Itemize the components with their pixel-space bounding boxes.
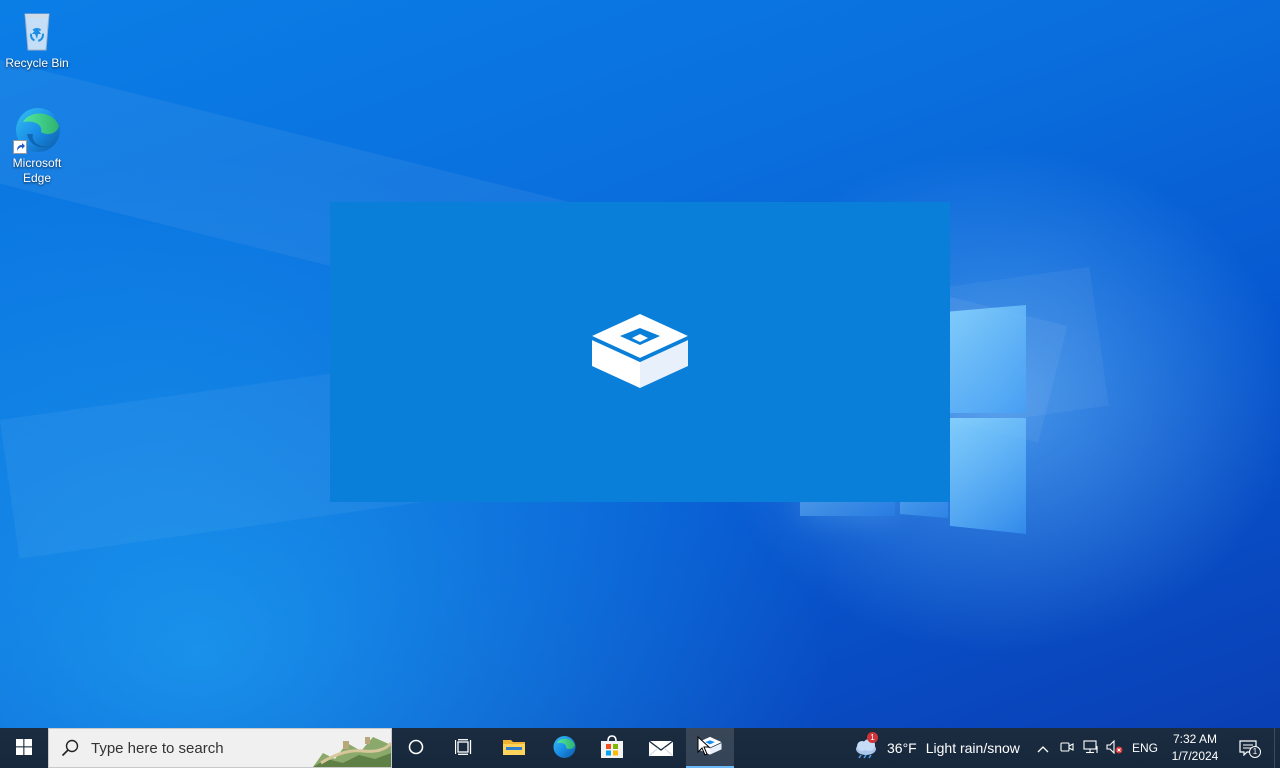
edge-taskbar-button[interactable]: [540, 728, 588, 768]
edge-icon: [552, 735, 576, 762]
weather-condition: Light rain/snow: [925, 740, 1020, 756]
desktop-icon-label-line: Microsoft: [12, 156, 62, 170]
task-view-icon: [454, 738, 473, 758]
start-button[interactable]: [0, 728, 48, 768]
volume-button[interactable]: [1103, 728, 1127, 768]
weather-temperature: 36°F: [887, 740, 917, 756]
clock-time: 7:32 AM: [1172, 732, 1218, 746]
show-desktop-button[interactable]: [1274, 728, 1280, 768]
search-placeholder: Type here to search: [91, 739, 224, 757]
clock[interactable]: 7:32 AM 1/7/2024: [1166, 731, 1224, 765]
microsoft-store-button[interactable]: [588, 728, 636, 768]
circle-icon: [408, 739, 424, 758]
desktop-icon-recycle-bin[interactable]: Recycle Bin: [1, 6, 73, 71]
windows-logo-pane: [800, 500, 895, 516]
chevron-up-icon: [1037, 740, 1049, 756]
clock-date: 1/7/2024: [1171, 749, 1219, 763]
action-center-button[interactable]: 1: [1232, 728, 1264, 768]
volume-muted-icon: [1106, 739, 1124, 757]
search-icon: [61, 739, 79, 757]
windows-logo-icon: [16, 738, 32, 758]
notification-icon: 1: [1239, 740, 1261, 758]
weather-widget[interactable]: 1 36°F Light rain/snow: [853, 728, 1020, 768]
mail-button[interactable]: [637, 728, 685, 768]
windows-logo-pane: [950, 418, 1026, 534]
input-language-indicator[interactable]: ENG: [1131, 728, 1159, 768]
desktop-icon-microsoft-edge[interactable]: Microsoft Edge: [1, 106, 73, 186]
camera-icon: [1060, 740, 1074, 757]
folder-icon: [502, 737, 526, 760]
mail-icon: [648, 737, 674, 760]
recycle-bin-icon: [13, 6, 61, 54]
file-explorer-button[interactable]: [490, 728, 538, 768]
meet-now-button[interactable]: [1055, 728, 1079, 768]
network-icon: [1083, 739, 1099, 757]
cortana-button[interactable]: [392, 728, 440, 768]
weather-cloud-icon: 1: [853, 732, 879, 759]
store-icon: [600, 734, 624, 762]
windows-sandbox-icon: [590, 312, 690, 392]
desktop-icon-label: Microsoft Edge: [1, 156, 73, 186]
taskbar-search-box[interactable]: Type here to search: [48, 728, 393, 768]
show-hidden-icons-button[interactable]: [1031, 728, 1055, 768]
notification-count-badge: 1: [1249, 746, 1261, 758]
taskbar: Type here to search 1 36°F Light rain/sn…: [0, 728, 1280, 768]
weather-alert-badge: 1: [867, 732, 878, 743]
task-view-button[interactable]: [440, 728, 488, 768]
shortcut-arrow-icon: [13, 140, 27, 154]
mouse-cursor-icon: [697, 735, 711, 756]
edge-icon: [13, 106, 61, 154]
search-highlight-image: [313, 729, 393, 767]
network-button[interactable]: [1079, 728, 1103, 768]
desktop-icon-label: Recycle Bin: [5, 56, 69, 70]
desktop-icon-label-line: Edge: [22, 171, 52, 185]
windows-logo-pane: [950, 305, 1026, 413]
